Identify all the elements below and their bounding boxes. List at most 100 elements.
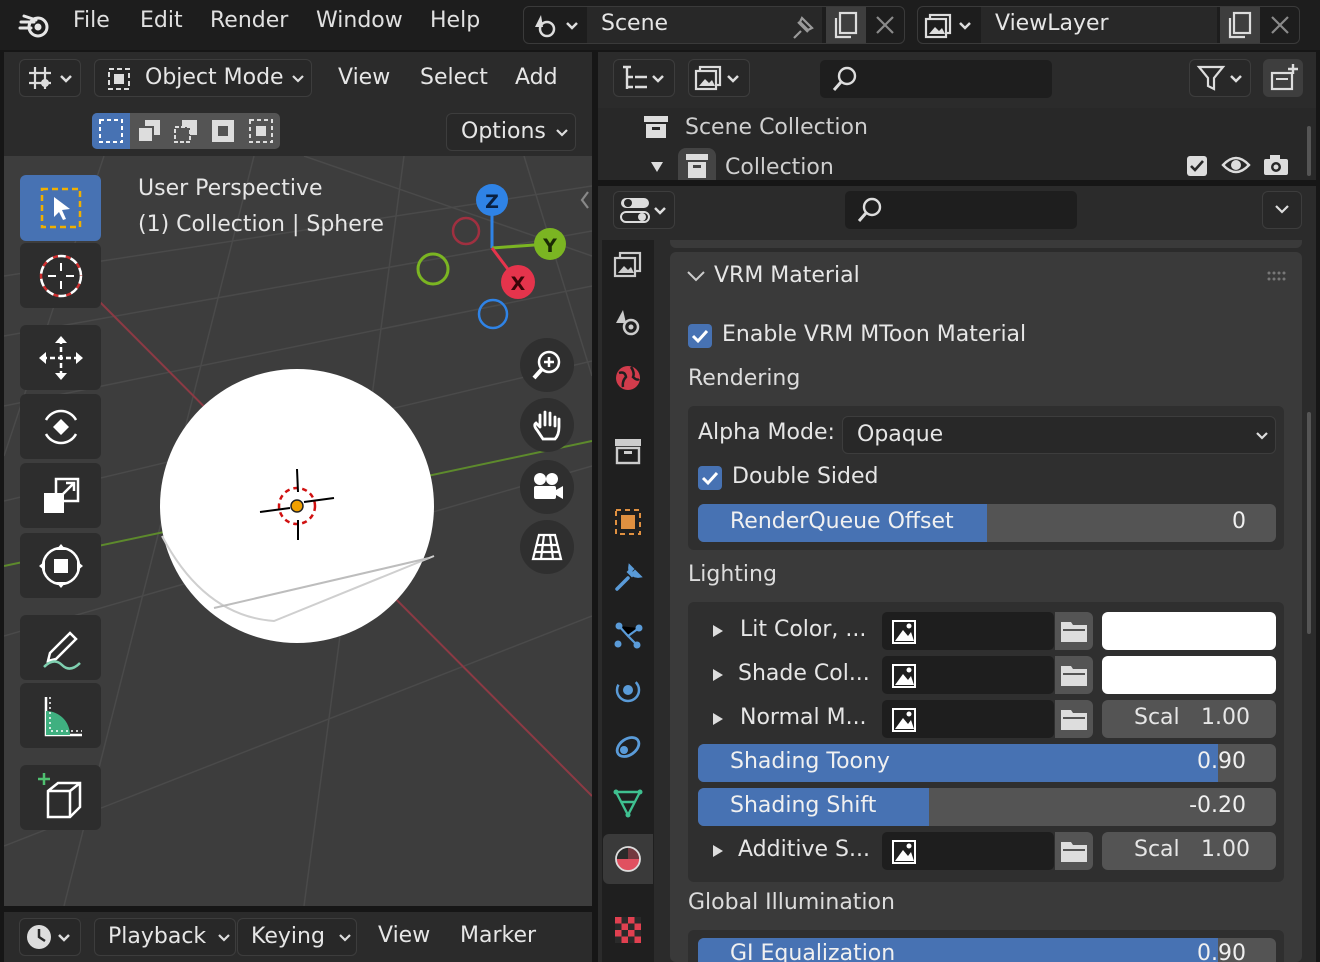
viewlayer-type-dropdown[interactable]: [918, 7, 980, 43]
scale-tool[interactable]: [20, 463, 101, 528]
annotate-tool[interactable]: [20, 615, 101, 680]
tab-collection[interactable]: [603, 426, 653, 476]
viewport-menu-view[interactable]: View: [338, 65, 390, 90]
select-new-button[interactable]: [92, 113, 130, 149]
lit-color-row[interactable]: Lit Color, ...: [698, 612, 878, 650]
tab-constraints[interactable]: [603, 722, 653, 772]
timeline-menu-view[interactable]: View: [378, 923, 430, 948]
properties-search-input[interactable]: [845, 191, 1077, 229]
timeline-menu-marker[interactable]: Marker: [460, 923, 536, 948]
properties-editor-type-dropdown[interactable]: [613, 191, 675, 229]
select-intersect-button[interactable]: [242, 113, 280, 149]
new-viewlayer-button[interactable]: [1220, 7, 1260, 43]
double-sided-label: Double Sided: [732, 464, 879, 489]
scene-type-dropdown[interactable]: [524, 7, 586, 43]
new-collection-button[interactable]: [1263, 59, 1303, 97]
viewlayer-name-field[interactable]: ViewLayer: [981, 7, 1217, 43]
lit-color-browse-button[interactable]: [1055, 612, 1093, 650]
shading-toony-slider[interactable]: Shading Toony 0.90: [698, 744, 1276, 782]
display-mode-dropdown[interactable]: [688, 59, 750, 97]
blender-logo-icon[interactable]: [18, 10, 54, 40]
lit-color-texture-field[interactable]: [882, 612, 1054, 650]
transform-tool[interactable]: [20, 533, 101, 598]
properties-options-dropdown[interactable]: [1262, 191, 1302, 229]
additive-browse-button[interactable]: [1055, 832, 1093, 870]
pan-button[interactable]: [520, 398, 574, 452]
tab-world[interactable]: [603, 353, 653, 403]
lit-color-label: Lit Color, ...: [740, 617, 867, 642]
outliner-search-input[interactable]: [820, 60, 1052, 98]
additive-scale-field[interactable]: Scal 1.00: [1102, 832, 1276, 870]
enable-mtoon-checkbox[interactable]: Enable VRM MToon Material: [688, 322, 1048, 352]
outliner-editor-type-dropdown[interactable]: [613, 59, 675, 97]
shade-color-row[interactable]: Shade Col...: [698, 656, 878, 694]
select-subtract-button[interactable]: [168, 113, 204, 149]
tab-modifiers[interactable]: [603, 553, 653, 603]
select-invert-icon: [212, 120, 234, 142]
add-cube-tool[interactable]: [20, 765, 101, 830]
shade-color-browse-button[interactable]: [1055, 656, 1093, 694]
normal-map-row[interactable]: Normal M...: [698, 700, 878, 738]
viewport-menu-select[interactable]: Select: [420, 65, 488, 90]
additive-row[interactable]: Additive S...: [698, 832, 878, 870]
menu-window[interactable]: Window: [316, 8, 403, 33]
gi-equalization-slider[interactable]: GI Equalization 0.90: [698, 938, 1276, 962]
tab-particles[interactable]: [603, 610, 653, 660]
alpha-mode-dropdown[interactable]: Opaque: [842, 416, 1276, 454]
delete-scene-icon[interactable]: [872, 12, 898, 38]
cursor-tool[interactable]: [20, 243, 101, 308]
shade-color-texture-field[interactable]: [882, 656, 1054, 694]
tab-output[interactable]: [603, 240, 653, 290]
editor-type-dropdown[interactable]: [19, 59, 81, 97]
measure-tool[interactable]: [20, 683, 101, 748]
zoom-button[interactable]: [520, 338, 574, 392]
double-sided-checkbox[interactable]: Double Sided: [698, 464, 998, 494]
options-dropdown[interactable]: Options: [446, 113, 576, 151]
menu-edit[interactable]: Edit: [140, 8, 183, 33]
delete-viewlayer-icon[interactable]: [1267, 12, 1293, 38]
perspective-toggle-button[interactable]: [520, 520, 574, 574]
filter-dropdown[interactable]: [1189, 59, 1251, 97]
scene-name-field[interactable]: Scene: [587, 7, 822, 43]
tab-object[interactable]: [603, 497, 653, 547]
lit-color-swatch[interactable]: [1102, 612, 1276, 650]
tab-material[interactable]: [603, 834, 653, 884]
renderqueue-offset-slider[interactable]: RenderQueue Offset 0: [698, 504, 1276, 542]
additive-texture-field[interactable]: [882, 832, 1054, 870]
select-subtract-icon: [174, 120, 197, 143]
tab-physics[interactable]: [603, 665, 653, 715]
normal-map-browse-button[interactable]: [1055, 700, 1093, 738]
vrm-material-header[interactable]: VRM Material: [670, 256, 1302, 296]
expand-triangle-right-icon: [713, 669, 723, 681]
move-tool[interactable]: [20, 325, 101, 390]
sidebar-toggle-icon[interactable]: [578, 188, 592, 212]
object-mode-dropdown[interactable]: Object Mode: [94, 59, 312, 97]
timeline-editor-type-dropdown[interactable]: [19, 918, 81, 956]
keying-dropdown[interactable]: Keying: [237, 918, 357, 956]
select-extend-button[interactable]: [131, 113, 167, 149]
viewport-menu-add[interactable]: Add: [515, 65, 558, 90]
normal-scale-field[interactable]: Scal 1.00: [1102, 700, 1276, 738]
playback-dropdown[interactable]: Playback: [94, 918, 236, 956]
normal-map-texture-field[interactable]: [882, 700, 1054, 738]
outliner-scrollbar[interactable]: [1307, 126, 1311, 176]
new-scene-button[interactable]: [826, 7, 866, 43]
properties-scrollbar[interactable]: [1307, 412, 1311, 634]
tab-texture[interactable]: [603, 905, 653, 955]
select-invert-button[interactable]: [205, 113, 241, 149]
scene-collection-row[interactable]: Scene Collection: [598, 108, 1306, 148]
shading-shift-slider[interactable]: Shading Shift -0.20: [698, 788, 1276, 826]
navigation-gizmo[interactable]: Z Y X: [408, 178, 578, 338]
menu-help[interactable]: Help: [430, 8, 480, 33]
collection-row[interactable]: Collection: [598, 148, 1306, 180]
camera-view-button[interactable]: [520, 460, 574, 514]
menu-render[interactable]: Render: [210, 8, 288, 33]
pin-scene-icon[interactable]: [788, 12, 818, 40]
shade-color-swatch[interactable]: [1102, 656, 1276, 694]
tab-scene[interactable]: [603, 297, 653, 347]
normal-map-label: Normal M...: [740, 705, 867, 730]
rotate-tool[interactable]: [20, 394, 101, 459]
menu-file[interactable]: File: [73, 8, 110, 33]
tab-data[interactable]: [603, 778, 653, 828]
select-box-tool[interactable]: [20, 175, 101, 241]
